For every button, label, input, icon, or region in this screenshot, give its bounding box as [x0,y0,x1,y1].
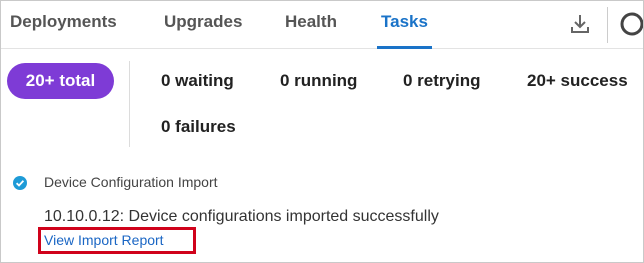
tab-bar: Deployments Upgrades Health Tasks [1,1,643,49]
summary-divider [129,61,130,147]
tab-deployments[interactable]: Deployments [10,1,117,46]
waiting-count[interactable]: 0 waiting [161,71,234,91]
search-button[interactable] [617,10,643,40]
tab-health[interactable]: Health [285,1,337,46]
view-import-report-link[interactable]: View Import Report [38,227,196,254]
tab-upgrades[interactable]: Upgrades [164,1,242,46]
success-count[interactable]: 20+ success [527,71,628,91]
task-message: 10.10.0.12: Device configurations import… [44,208,439,225]
failures-count[interactable]: 0 failures [161,117,236,137]
check-circle-icon [13,176,27,190]
download-button[interactable] [567,11,593,37]
tab-tasks[interactable]: Tasks [377,1,432,49]
task-title: Device Configuration Import [44,174,218,190]
tasks-panel: Deployments Upgrades Health Tasks 20+ to… [0,0,644,263]
running-count[interactable]: 0 running [280,71,357,91]
toolbar-divider [607,7,608,43]
download-icon [571,15,589,33]
total-count-badge[interactable]: 20+ total [7,63,114,99]
search-icon [620,12,643,36]
retrying-count[interactable]: 0 retrying [403,71,480,91]
